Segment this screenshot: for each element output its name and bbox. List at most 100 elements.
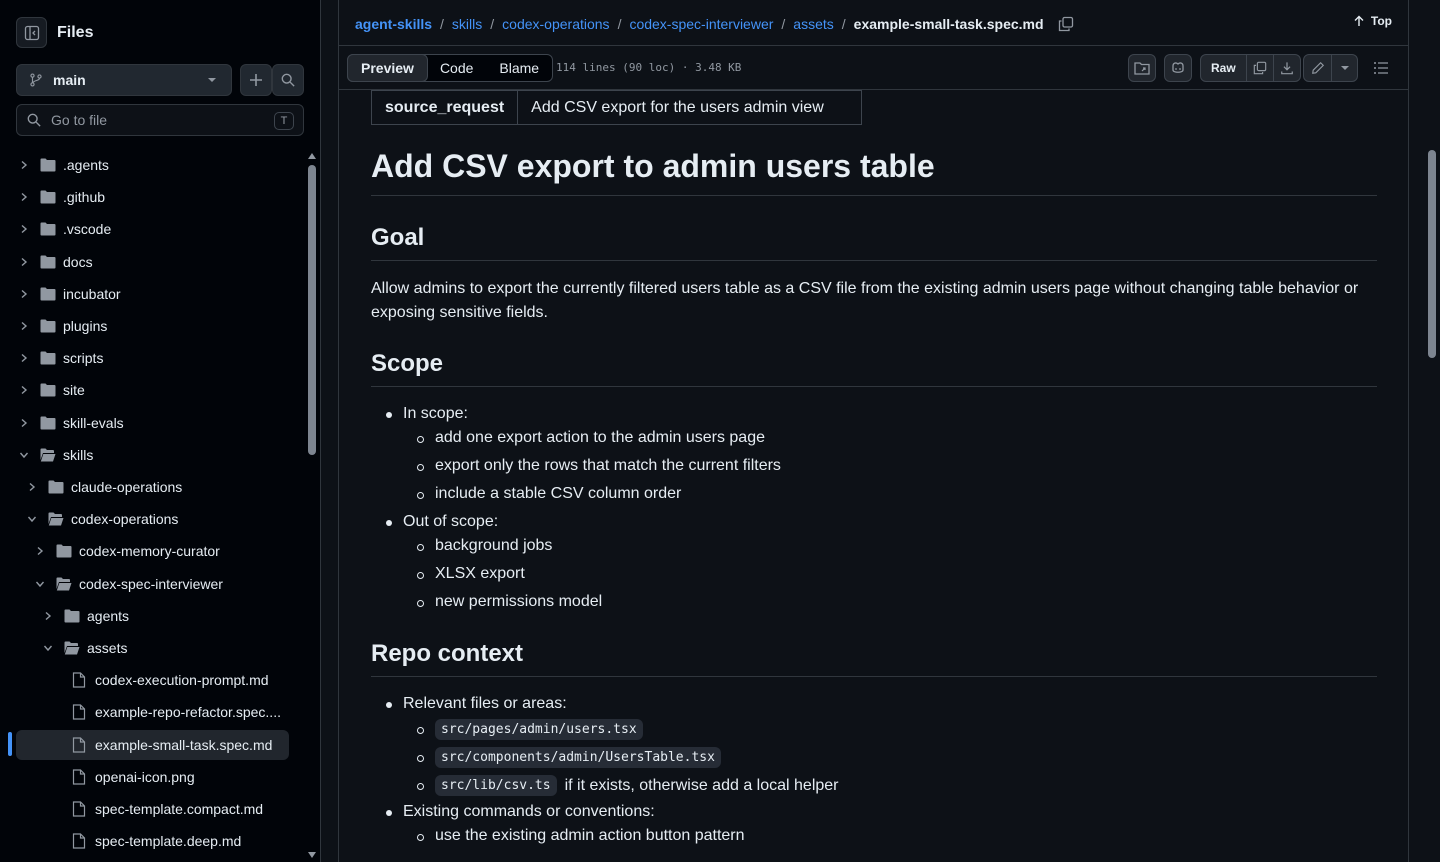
download-button[interactable] — [1272, 55, 1300, 81]
tree-folder-item[interactable]: codex-operations — [16, 504, 289, 534]
folder-open-icon — [64, 641, 80, 655]
tree-folder-item[interactable]: .agents — [16, 150, 289, 180]
file-path-code: src/pages/admin/users.tsx — [435, 719, 643, 740]
scrollbar-thumb[interactable] — [308, 165, 316, 455]
breadcrumb-separator: / — [781, 16, 786, 32]
add-file-button[interactable] — [240, 64, 272, 96]
copy-icon — [1253, 61, 1266, 75]
folder-icon — [40, 383, 56, 397]
go-to-file-input[interactable]: Go to file T — [16, 104, 304, 136]
tab-code[interactable]: Code — [427, 55, 486, 81]
download-icon — [1280, 62, 1293, 75]
tree-folder-item[interactable]: codex-memory-curator — [16, 536, 289, 566]
page-scrollbar[interactable] — [1424, 140, 1440, 862]
breadcrumb-link[interactable]: agent-skills — [355, 16, 432, 32]
tree-file-item[interactable]: spec-template.deep.md — [16, 826, 289, 856]
scroll-up-arrow-icon[interactable] — [308, 153, 316, 159]
folder-icon — [40, 319, 56, 333]
tree-folder-item[interactable]: .vscode — [16, 214, 289, 244]
tree-toggle[interactable] — [32, 579, 48, 589]
tree-toggle[interactable] — [32, 546, 48, 556]
folder-icon — [40, 190, 56, 204]
chevron-right-icon — [21, 257, 28, 266]
tree-toggle[interactable] — [16, 192, 32, 202]
tree-item-icon — [48, 480, 64, 494]
circle-bullet-icon — [417, 755, 424, 762]
tree-file-item[interactable]: example-small-task.spec.md — [16, 729, 289, 760]
list-item-text: if it exists, otherwise add a local help… — [564, 776, 839, 794]
tree-toggle[interactable] — [24, 514, 40, 524]
breadcrumb-separator: / — [440, 16, 444, 32]
folder-icon — [40, 255, 56, 269]
scroll-down-arrow-icon[interactable] — [308, 852, 316, 858]
edit-options-dropdown[interactable] — [1331, 55, 1357, 81]
tree-toggle[interactable] — [16, 160, 32, 170]
tree-toggle[interactable] — [16, 289, 32, 299]
goal-paragraph: Allow admins to export the currently fil… — [371, 280, 1359, 321]
tree-folder-item[interactable]: incubator — [16, 279, 289, 309]
tree-folder-item[interactable]: docs — [16, 247, 289, 277]
file-icon — [72, 672, 86, 688]
tree-toggle[interactable] — [16, 353, 32, 363]
tab-blame[interactable]: Blame — [486, 55, 552, 81]
search-files-button[interactable] — [272, 64, 304, 96]
branch-selector[interactable]: main — [16, 64, 232, 96]
breadcrumb-link[interactable]: skills — [452, 16, 482, 32]
breadcrumb-link[interactable]: assets — [793, 16, 833, 32]
collapse-sidebar-button[interactable] — [16, 17, 47, 48]
tree-toggle[interactable] — [40, 611, 56, 621]
tree-folder-item[interactable]: assets — [16, 633, 289, 663]
top-button[interactable]: Top — [1353, 14, 1392, 28]
sidebar-scrollbar[interactable] — [305, 149, 320, 862]
tab-preview[interactable]: Preview — [347, 54, 428, 82]
tree-folder-item[interactable]: scripts — [16, 343, 289, 373]
chevron-down-icon — [208, 78, 216, 82]
tree-file-item[interactable]: codex-execution-prompt.md — [16, 665, 289, 695]
tree-folder-item[interactable]: skill-evals — [16, 408, 289, 438]
tree-file-item[interactable]: openai-icon.png — [16, 762, 289, 792]
open-in-folder-button[interactable] — [1128, 54, 1156, 82]
tree-item-icon — [40, 190, 56, 204]
folder-icon — [48, 480, 64, 494]
tree-file-item[interactable]: spec-template.compact.md — [16, 794, 289, 824]
tree-folder-item[interactable]: agents — [16, 601, 289, 631]
raw-button[interactable]: Raw — [1201, 55, 1246, 81]
tree-toggle[interactable] — [16, 385, 32, 395]
edit-file-button[interactable] — [1304, 55, 1331, 81]
tree-item-icon — [72, 736, 88, 753]
list-item: In scope: — [403, 405, 468, 422]
tree-toggle[interactable] — [16, 450, 32, 460]
tree-folder-item[interactable]: codex-spec-interviewer — [16, 569, 289, 599]
tree-file-item[interactable]: example-repo-refactor.spec.... — [16, 697, 289, 727]
file-tree: .agents .github .vscode docs incubator plugin… — [0, 149, 305, 862]
folder-icon — [56, 544, 72, 558]
chevron-right-icon — [37, 547, 44, 556]
outline-button[interactable] — [1367, 54, 1395, 82]
tree-toggle[interactable] — [16, 418, 32, 428]
tree-item-icon — [56, 577, 72, 591]
scrollbar-thumb[interactable] — [1428, 150, 1436, 358]
tree-folder-item[interactable]: plugins — [16, 311, 289, 341]
list-item: include a stable CSV column order — [435, 485, 682, 502]
tree-folder-item[interactable]: claude-operations — [16, 472, 289, 502]
tree-toggle[interactable] — [16, 321, 32, 331]
circle-bullet-icon — [417, 783, 424, 790]
tree-folder-item[interactable]: skills — [16, 440, 289, 470]
tree-folder-item[interactable]: .github — [16, 182, 289, 212]
list-item: Existing commands or conventions: — [403, 803, 655, 820]
tree-toggle[interactable] — [40, 643, 56, 653]
list-item: background jobs — [435, 537, 553, 554]
tree-item-icon — [72, 801, 88, 817]
tree-toggle[interactable] — [16, 224, 32, 234]
tree-toggle[interactable] — [16, 257, 32, 267]
copilot-button[interactable] — [1164, 54, 1192, 82]
file-toolbar: Preview Code Blame 114 lines (90 loc) · … — [339, 45, 1408, 90]
breadcrumb-link[interactable]: codex-spec-interviewer — [629, 16, 773, 32]
chevron-right-icon — [21, 225, 28, 234]
breadcrumb-link[interactable]: codex-operations — [502, 16, 609, 32]
copy-path-button[interactable] — [1058, 16, 1074, 32]
tree-toggle[interactable] — [24, 482, 40, 492]
tree-folder-item[interactable]: site — [16, 375, 289, 405]
copy-raw-button[interactable] — [1245, 55, 1273, 81]
tree-item-label: agents — [87, 607, 130, 624]
